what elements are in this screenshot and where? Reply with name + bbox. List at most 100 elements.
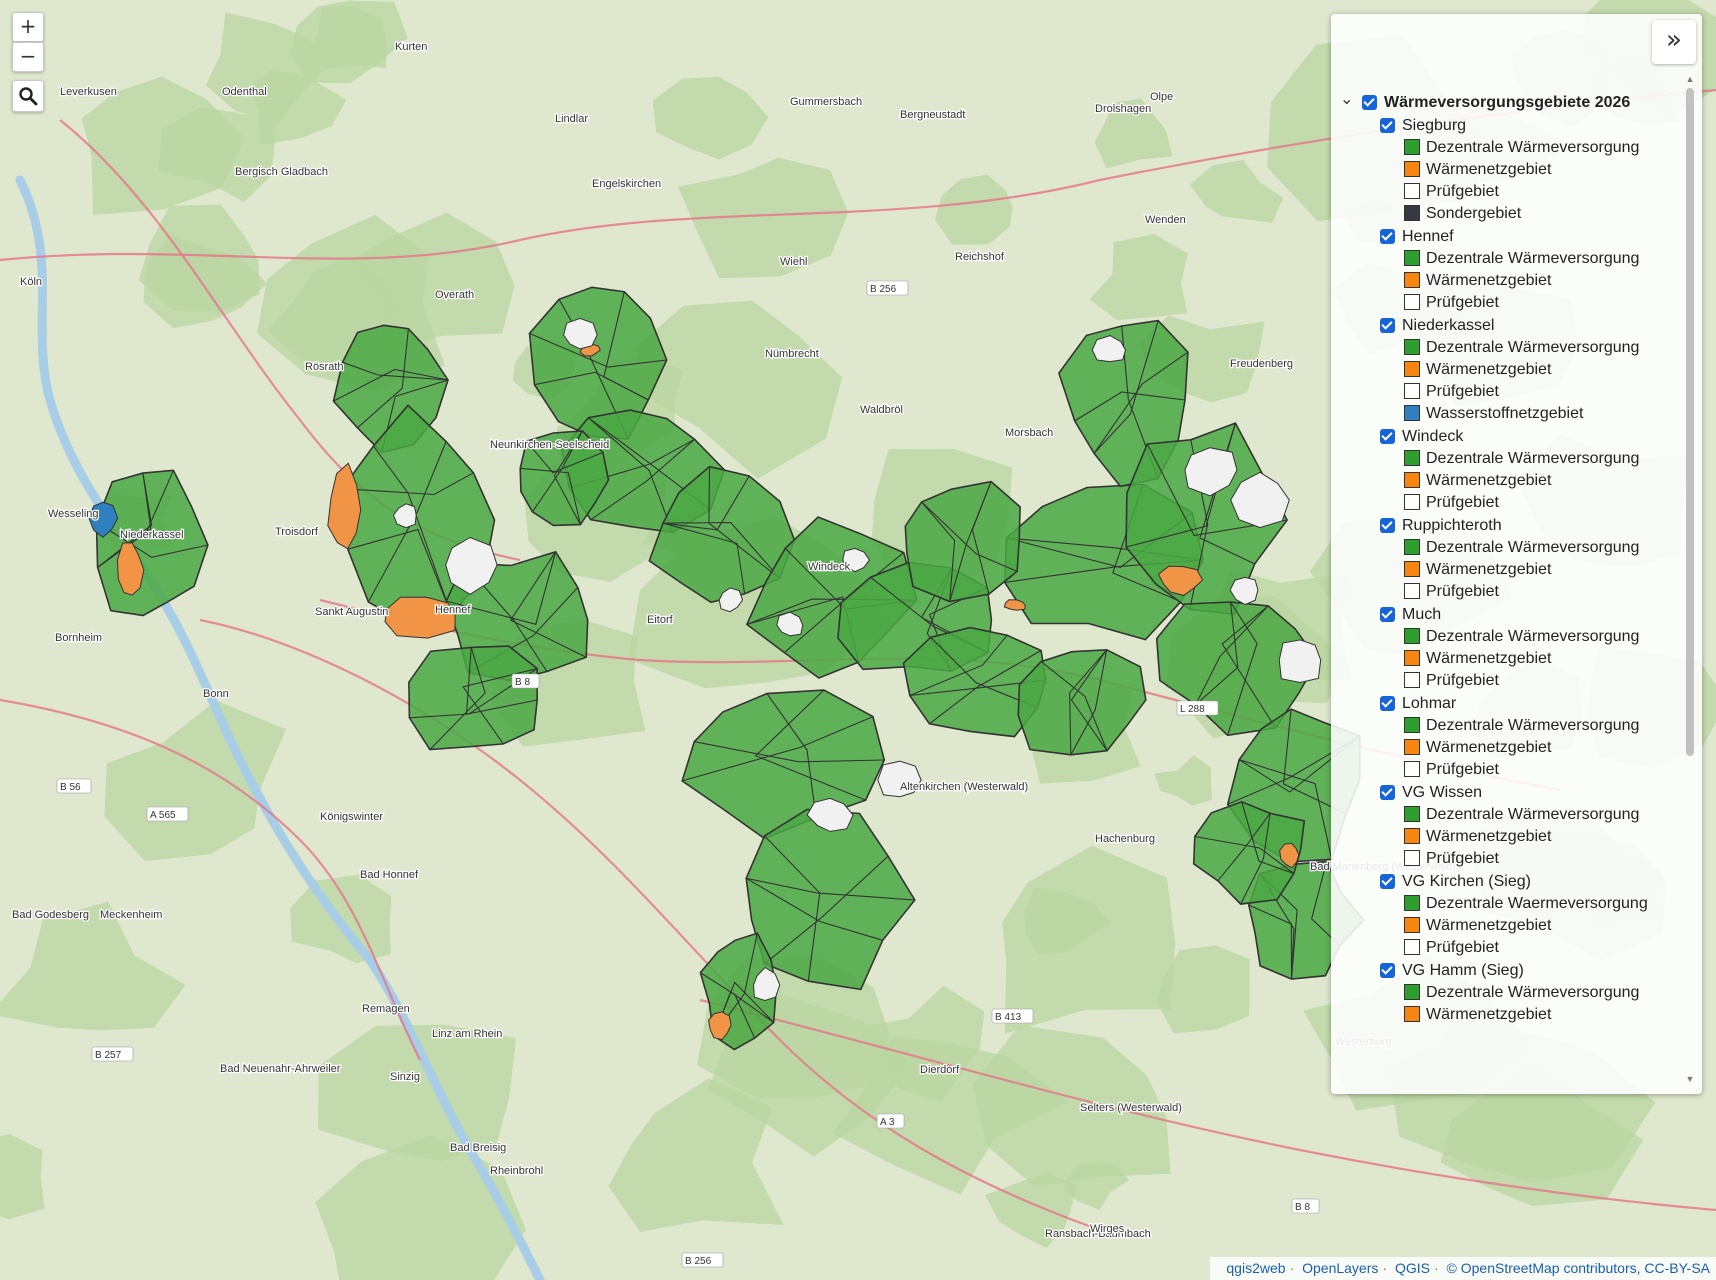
legend-item-label: Wärmenetzgebiet	[1426, 917, 1552, 934]
legend-item: Wärmenetzgebiet	[1336, 915, 1676, 937]
layer-checkbox[interactable]	[1380, 785, 1395, 800]
legend-swatch	[1404, 806, 1420, 822]
layer-group-label: Niederkassel	[1402, 317, 1495, 334]
layer-checkbox[interactable]	[1380, 318, 1395, 333]
place-label: Kurten	[395, 41, 427, 53]
legend-swatch	[1404, 205, 1420, 221]
layer-group[interactable]: Hennef	[1336, 226, 1676, 248]
legend-item: Dezentrale Wärmeversorgung	[1336, 537, 1676, 559]
legend-item-label: Wärmenetzgebiet	[1426, 161, 1552, 178]
place-label: Dierdorf	[920, 1064, 960, 1076]
legend-item-label: Prüfgebiet	[1426, 494, 1499, 511]
legend-item-label: Prüfgebiet	[1426, 761, 1499, 778]
road-label: B 256	[870, 284, 897, 295]
legend-item: Wärmenetzgebiet	[1336, 1004, 1676, 1026]
layer-tree-scrollbar[interactable]: ▲ ▼	[1684, 70, 1696, 1090]
legend-item-label: Wärmenetzgebiet	[1426, 650, 1552, 667]
legend-item: Sondergebiet	[1336, 203, 1676, 225]
legend-item-label: Dezentrale Wärmeversorgung	[1426, 139, 1640, 156]
place-label: Olpe	[1150, 91, 1173, 103]
layer-group[interactable]: Much	[1336, 604, 1676, 626]
layer-tree: ⌄ Wärmeversorgungsgebiete 2026 Siegburg Dez…	[1336, 86, 1676, 1090]
chevron-down-icon[interactable]: ⌄	[1340, 88, 1353, 110]
legend-item-label: Wärmenetzgebiet	[1426, 828, 1552, 845]
layer-group[interactable]: VG Wissen	[1336, 782, 1676, 804]
legend-item: Prüfgebiet	[1336, 848, 1676, 870]
legend-swatch	[1404, 828, 1420, 844]
place-label: Nümbrecht	[765, 348, 819, 360]
legend-item: Wärmenetzgebiet	[1336, 159, 1676, 181]
legend-item-label: Prüfgebiet	[1426, 939, 1499, 956]
layer-checkbox[interactable]	[1380, 429, 1395, 444]
road-label: B 256	[685, 1256, 712, 1267]
legend-swatch	[1404, 650, 1420, 666]
legend-swatch	[1404, 939, 1420, 955]
place-label: Bad Honnef	[360, 869, 419, 881]
legend-item: Prüfgebiet	[1336, 759, 1676, 781]
layer-group[interactable]: Windeck	[1336, 426, 1676, 448]
openlayers-link[interactable]: OpenLayers	[1302, 1260, 1378, 1276]
legend-item: Wärmenetzgebiet	[1336, 648, 1676, 670]
legend-item-label: Wärmenetzgebiet	[1426, 361, 1552, 378]
place-label: Sankt Augustin	[315, 606, 388, 618]
zoom-out-button[interactable]: −	[12, 42, 44, 72]
layer-checkbox[interactable]	[1380, 229, 1395, 244]
road-label: A 565	[150, 810, 176, 821]
scroll-thumb[interactable]	[1686, 88, 1694, 756]
region-dezentral[interactable]	[408, 645, 539, 751]
legend-item: Dezentrale Wärmeversorgung	[1336, 337, 1676, 359]
place-label: Overath	[435, 289, 474, 301]
legend-item-label: Dezentrale Wärmeversorgung	[1426, 717, 1640, 734]
legend-item: Prüfgebiet	[1336, 492, 1676, 514]
legend-item: Prüfgebiet	[1336, 292, 1676, 314]
place-label: Selters (Westerwald)	[1080, 1102, 1182, 1114]
place-label: Niederkassel	[120, 529, 184, 541]
layer-group-label: VG Wissen	[1402, 784, 1483, 801]
road-label: B 413	[995, 1012, 1022, 1023]
scroll-down-icon[interactable]: ▼	[1685, 1074, 1695, 1084]
legend-item: Wärmenetzgebiet	[1336, 470, 1676, 492]
place-label: Remagen	[362, 1003, 410, 1015]
layer-checkbox[interactable]	[1380, 518, 1395, 533]
legend-swatch	[1404, 850, 1420, 866]
layer-group[interactable]: Lohmar	[1336, 693, 1676, 715]
map-attribution: qgis2web · OpenLayers · QGIS · © OpenStreet…	[1210, 1257, 1716, 1280]
legend-item: Dezentrale Wärmeversorgung	[1336, 804, 1676, 826]
legend-item: Prüfgebiet	[1336, 670, 1676, 692]
scroll-up-icon[interactable]: ▲	[1685, 74, 1695, 84]
layer-checkbox[interactable]	[1362, 95, 1377, 110]
legend-item: Dezentrale Wärmeversorgung	[1336, 248, 1676, 270]
place-label: Hennef	[435, 604, 471, 616]
layer-checkbox[interactable]	[1380, 607, 1395, 622]
place-label: Hachenburg	[1095, 833, 1155, 845]
layer-root[interactable]: ⌄ Wärmeversorgungsgebiete 2026	[1336, 89, 1676, 114]
layer-group[interactable]: VG Hamm (Sieg)	[1336, 960, 1676, 982]
layer-group-label: Windeck	[1402, 428, 1464, 445]
legend-swatch	[1404, 761, 1420, 777]
qgis-link[interactable]: QGIS	[1395, 1260, 1430, 1276]
region-pruefgebiet[interactable]	[1278, 639, 1322, 684]
osm-link[interactable]: © OpenStreetMap contributors, CC-BY-SA	[1447, 1260, 1710, 1276]
legend-swatch	[1404, 917, 1420, 933]
legend-swatch	[1404, 895, 1420, 911]
place-label: Waldbröl	[860, 404, 903, 416]
legend-swatch	[1404, 161, 1420, 177]
layer-group[interactable]: Ruppichteroth	[1336, 515, 1676, 537]
qgis2web-link[interactable]: qgis2web	[1226, 1260, 1285, 1276]
layer-group[interactable]: VG Kirchen (Sieg)	[1336, 871, 1676, 893]
zoom-in-button[interactable]: +	[12, 12, 44, 42]
layer-group[interactable]: Niederkassel	[1336, 315, 1676, 337]
legend-swatch	[1404, 383, 1420, 399]
legend-item-label: Prüfgebiet	[1426, 583, 1499, 600]
layer-checkbox[interactable]	[1380, 963, 1395, 978]
layer-checkbox[interactable]	[1380, 696, 1395, 711]
layer-checkbox[interactable]	[1380, 874, 1395, 889]
legend-swatch	[1404, 272, 1420, 288]
layer-checkbox[interactable]	[1380, 118, 1395, 133]
layer-group[interactable]: Siegburg	[1336, 115, 1676, 137]
legend-swatch	[1404, 561, 1420, 577]
place-label: Odenthal	[222, 86, 267, 98]
legend-swatch	[1404, 450, 1420, 466]
collapse-panel-button[interactable]: »	[1652, 20, 1696, 64]
search-button[interactable]	[12, 80, 44, 112]
